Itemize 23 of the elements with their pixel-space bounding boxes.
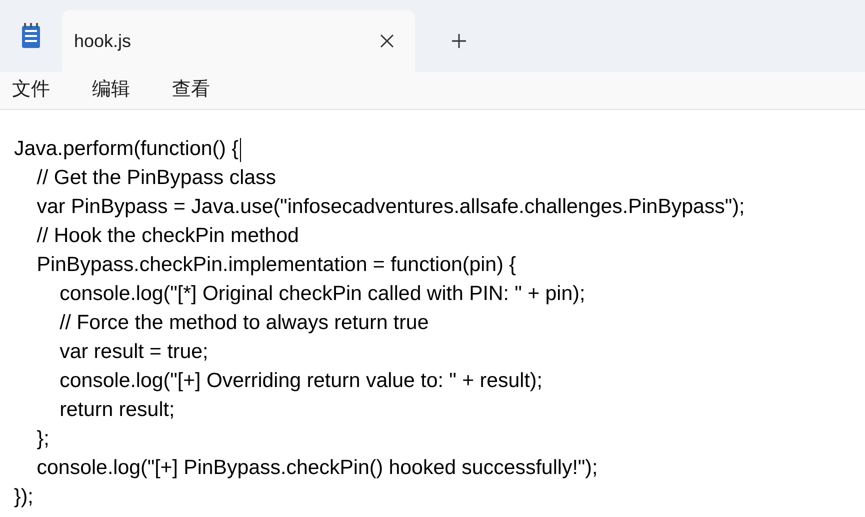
code-line: PinBypass.checkPin.implementation = function(pin) { xyxy=(36,252,516,278)
tab-title: hook.js xyxy=(74,30,132,53)
menu-item[interactable]: 文件 xyxy=(12,76,50,105)
code-line: }; xyxy=(36,426,50,452)
code-line: console.log("[*] Original checkPin called with PIN: " + pin); xyxy=(58,281,586,308)
notepad-icon xyxy=(21,23,41,49)
file-tab[interactable]: hook.js xyxy=(62,10,415,72)
code-line: console.log("[+] PinBypass.checkPin() hooked successfully!"); xyxy=(36,455,598,482)
code-line: Java.perform(function() { xyxy=(14,136,238,162)
code-line: console.log("[+] Overriding return value to: " + result); xyxy=(58,368,542,394)
plus-icon[interactable] xyxy=(451,33,467,49)
editor-area[interactable] xyxy=(0,110,865,517)
close-icon[interactable] xyxy=(379,33,395,49)
code-line: // Hook the checkPin method xyxy=(36,223,299,250)
code-line: }); xyxy=(14,484,34,510)
code-line: return result; xyxy=(58,397,175,424)
code-line: // Get the PinBypass class xyxy=(36,165,276,192)
menu-item[interactable]: 编辑 xyxy=(92,76,130,105)
menu-item[interactable]: 查看 xyxy=(172,76,210,105)
code-line: // Force the method to always return true xyxy=(58,310,429,336)
code-line: var result = true; xyxy=(58,339,208,366)
code-line: var PinBypass = Java.use("infosecadventures.allsafe.challenges.PinBypass"); xyxy=(36,194,745,220)
text-caret xyxy=(240,138,242,162)
